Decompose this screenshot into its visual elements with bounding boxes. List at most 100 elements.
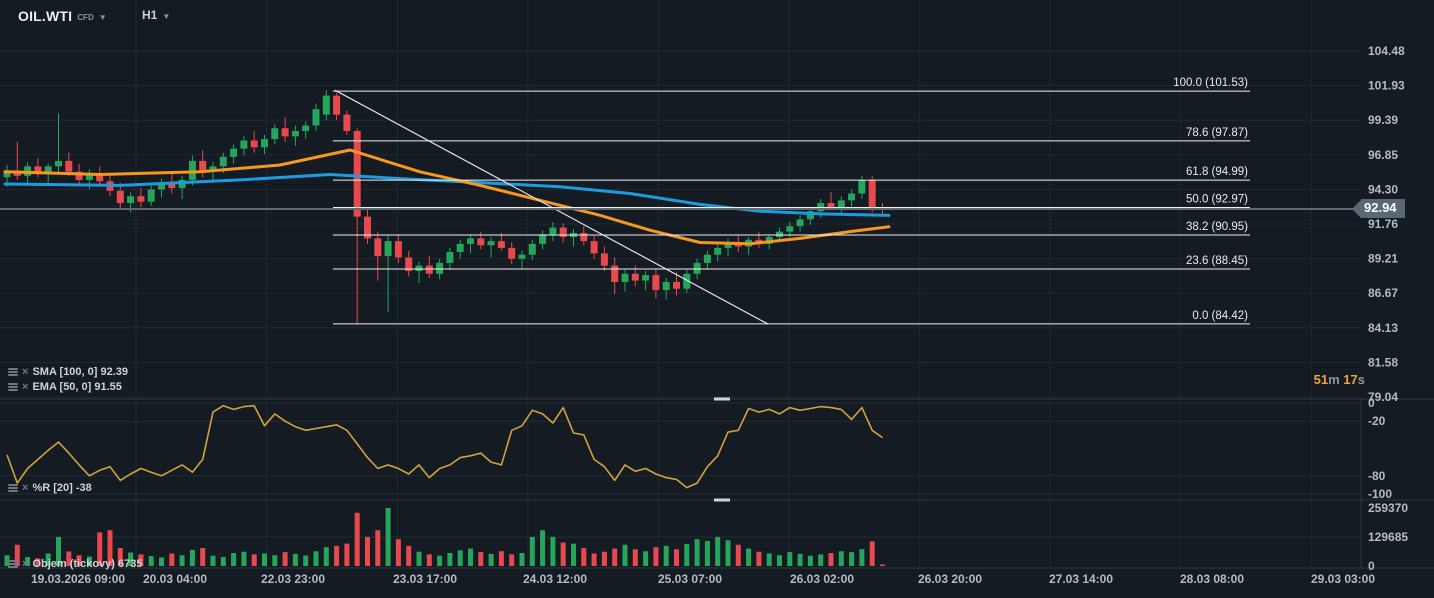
indicator-settings-icon[interactable] [8, 484, 18, 492]
candle-up [261, 139, 268, 147]
candle-down [137, 196, 144, 201]
candle-down [282, 128, 289, 136]
volume-bar [458, 550, 463, 566]
candle-up [220, 157, 227, 167]
indicator-close-icon[interactable]: × [22, 559, 28, 569]
candle-down [117, 191, 124, 203]
volume-bar [314, 551, 319, 566]
indicator-close-icon[interactable]: × [22, 367, 28, 377]
volume-bar [540, 530, 545, 566]
volume-bar [612, 549, 617, 566]
volume-legend: × Objem (tickovy) 6735 [8, 558, 143, 570]
volume-bar [592, 553, 597, 566]
candle-up [848, 194, 855, 201]
chevron-down-icon: ▼ [99, 13, 107, 22]
volume-bar [180, 555, 185, 566]
volume-bar [386, 508, 391, 566]
candle-down [251, 140, 258, 147]
timer-seconds-unit: s [1358, 372, 1365, 387]
price-axis-label: 104.48 [1368, 44, 1405, 58]
volume-bar [653, 547, 658, 566]
candle-up [385, 241, 392, 256]
volume-bar [283, 552, 288, 566]
indicator-settings-icon[interactable] [8, 383, 18, 391]
candle-up [704, 255, 711, 263]
sma-legend-label: SMA [100, 0] 92.39 [32, 366, 128, 378]
volume-bar [169, 553, 174, 566]
timer-seconds: 17 [1343, 372, 1357, 387]
volume-bar [478, 552, 483, 566]
volume-bar [726, 540, 731, 566]
price-axis-label: 89.21 [1368, 252, 1398, 266]
timer-minutes-unit: m [1328, 372, 1340, 387]
indicator-settings-icon[interactable] [8, 560, 18, 568]
volume-bar [489, 554, 494, 566]
volume-bar [530, 537, 535, 566]
candle-down [354, 131, 361, 217]
volume-bar [375, 530, 380, 566]
volume-bar [509, 554, 514, 566]
volume-bar [355, 513, 360, 566]
volume-axis-label: 259370 [1368, 501, 1408, 515]
candle-up [797, 219, 804, 226]
volume-bar [499, 551, 504, 566]
volume-bar [252, 554, 257, 566]
wpr-axis-label: -100 [1368, 487, 1392, 501]
candle-down [426, 266, 433, 274]
timeframe-selector[interactable]: H1 ▼ [142, 8, 170, 22]
price-tag-arrow-icon [1352, 200, 1361, 218]
candle-down [591, 241, 598, 253]
time-axis-label: 26.03 20:00 [918, 572, 982, 586]
indicator-close-icon[interactable]: × [22, 483, 28, 493]
time-axis-label: 24.03 12:00 [523, 572, 587, 586]
volume-axis-label: 129685 [1368, 530, 1408, 544]
chart-window: 100.0 (101.53)78.6 (97.87)61.8 (94.99)50… [0, 0, 1434, 598]
price-axis-label: 94.30 [1368, 182, 1398, 196]
volume-bar [849, 552, 854, 566]
symbol-selector[interactable]: OIL.WTI CFD ▼ [18, 8, 107, 24]
volume-bar [334, 546, 339, 566]
time-axis-label: 29.03 03:00 [1311, 572, 1375, 586]
ema-legend-label: EMA [50, 0] 91.55 [32, 381, 121, 393]
volume-bar [674, 549, 679, 566]
instrument-type-badge: CFD [77, 13, 93, 22]
candle-up [292, 131, 299, 136]
candle-up [271, 128, 278, 139]
volume-bar [520, 553, 525, 566]
volume-bar [262, 553, 267, 566]
volume-axis-label: 0 [1368, 559, 1375, 573]
volume-bar [272, 555, 277, 566]
volume-bar [798, 554, 803, 566]
volume-bar [839, 551, 844, 566]
volume-bar [365, 537, 370, 566]
candle-down [477, 238, 484, 245]
indicator-close-icon[interactable]: × [22, 382, 28, 392]
candle-up [549, 228, 556, 235]
volume-bar [859, 549, 864, 566]
indicator-settings-icon[interactable] [8, 368, 18, 376]
price-axis-label: 86.67 [1368, 286, 1398, 300]
volume-bar [756, 552, 761, 566]
candle-up [457, 244, 464, 252]
volume-bar [870, 541, 875, 566]
volume-bar [396, 539, 401, 566]
volume-bar [602, 552, 607, 566]
volume-bar [211, 556, 216, 566]
time-axis-label: 25.03 07:00 [658, 572, 722, 586]
symbol-name: OIL.WTI [18, 8, 72, 24]
ema-legend: × EMA [50, 0] 91.55 [8, 381, 122, 393]
candle-down [601, 253, 608, 265]
candle-up [230, 149, 237, 157]
candlestick-chart[interactable]: 100.0 (101.53)78.6 (97.87)61.8 (94.99)50… [0, 0, 1434, 598]
volume-bar [633, 549, 638, 566]
volume-bar [581, 548, 586, 566]
volume-bar [715, 537, 720, 566]
candle-up [529, 244, 536, 255]
candle-countdown-timer: 51m 17s [1240, 372, 1365, 387]
volume-bar [808, 556, 813, 566]
volume-bar [221, 557, 226, 566]
time-axis-label: 27.03 14:00 [1049, 572, 1113, 586]
volume-bar [550, 537, 555, 566]
volume-bar [684, 544, 689, 566]
candle-down [508, 248, 515, 259]
